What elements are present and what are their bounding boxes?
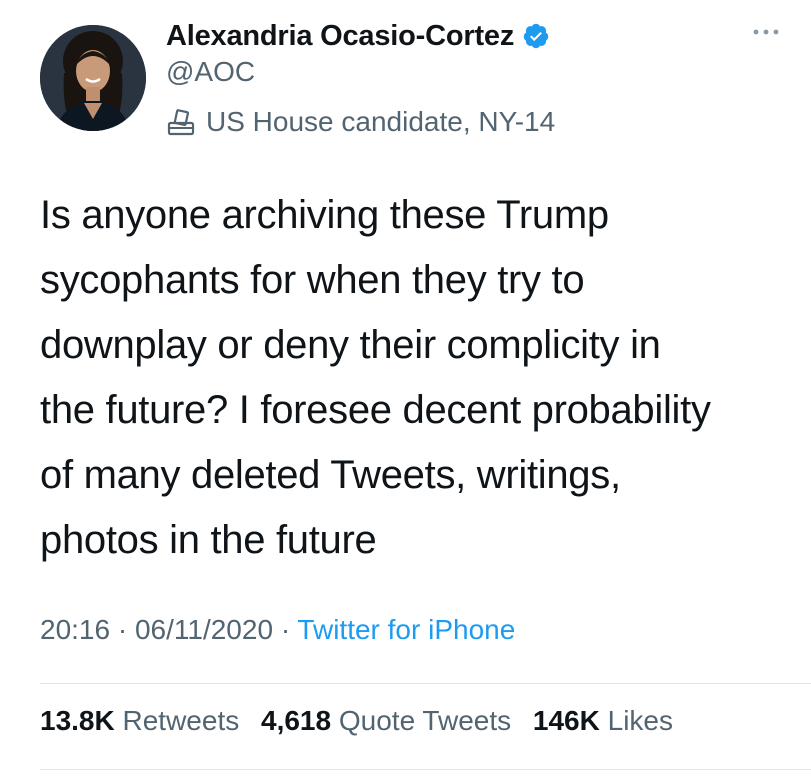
tweet-text-line: downplay or deny their complicity in [40,323,661,367]
likes-stat[interactable]: 146K Likes [533,705,673,736]
tweet-stats: 13.8K Retweets 4,618 Quote Tweets 146K L… [40,705,687,737]
tweet-text-line: the future? I foresee decent probability [40,388,711,432]
likes-label: Likes [607,705,673,736]
tweet-date[interactable]: 06/11/2020 [135,614,273,645]
retweets-count: 13.8K [40,705,115,736]
tweet-text-line: Is anyone archiving these Trump [40,193,609,237]
author-name-row[interactable]: Alexandria Ocasio-Cortez [166,14,550,58]
tweet-text: Is anyone archiving these Trump sycophan… [40,183,800,573]
tweet-meta: 20:16 · 06/11/2020 · Twitter for iPhone [40,614,515,646]
tweet-text-line: of many deleted Tweets, writings, [40,453,621,497]
author-label-text: US House candidate, NY-14 [206,106,556,137]
tweet-time[interactable]: 20:16 [40,614,110,645]
tweet-card: Alexandria Ocasio-Cortez @AOC US House c… [0,0,811,780]
tweet-text-line: photos in the future [40,518,377,562]
author-handle[interactable]: @AOC [166,56,255,88]
meta-separator: · [280,614,298,645]
tweet-text-line: sycophants for when they try to [40,258,585,302]
divider [40,683,811,684]
author-label: US House candidate, NY-14 [166,102,555,142]
likes-count: 146K [532,705,600,736]
tweet-source-link[interactable]: Twitter for iPhone [297,614,515,645]
quote-tweets-stat[interactable]: 4,618 Quote Tweets [261,705,511,736]
quote-tweets-count: 4,618 [261,705,332,736]
retweets-label: Retweets [122,705,240,736]
avatar[interactable] [40,25,146,131]
divider [40,769,811,770]
retweets-stat[interactable]: 13.8K Retweets [40,705,239,736]
verified-badge-icon [523,23,549,49]
meta-separator: · [117,614,135,645]
quote-tweets-label: Quote Tweets [338,705,512,736]
avatar-photo [40,25,146,131]
author-display-name[interactable]: Alexandria Ocasio-Cortez [166,20,514,53]
more-options-icon[interactable] [750,24,782,40]
ballot-box-icon [167,109,195,136]
